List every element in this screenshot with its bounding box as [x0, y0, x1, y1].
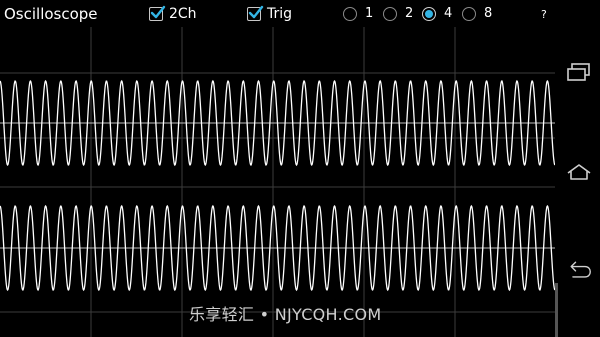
home-button[interactable] [566, 159, 592, 185]
radio-circle[interactable] [383, 7, 397, 21]
scope-traces [0, 79, 555, 292]
recent-apps-icon [567, 63, 590, 81]
check-mark-icon [248, 5, 264, 19]
scope-display[interactable] [0, 27, 555, 337]
trigger-label: Trig [267, 6, 293, 22]
timebase-radio-8-label: 8 [484, 6, 493, 21]
timebase-radio-2[interactable]: 2 [383, 6, 413, 22]
radio-circle[interactable] [343, 7, 357, 21]
two-channel-checkbox[interactable]: 2Ch [149, 4, 197, 24]
timebase-radio-1[interactable]: 1 [343, 6, 373, 22]
check-mark-icon [150, 5, 166, 19]
home-icon [567, 164, 591, 180]
timebase-radio-8[interactable]: 8 [462, 6, 492, 22]
trigger-checkbox[interactable]: Trig [247, 4, 292, 24]
timebase-radio-4-label: 4 [444, 6, 453, 21]
radio-circle-selected[interactable] [422, 7, 436, 21]
checkbox-box[interactable] [247, 5, 264, 21]
two-channel-label: 2Ch [169, 6, 197, 22]
checkbox-box[interactable] [149, 5, 166, 21]
timebase-radio-1-label: 1 [365, 6, 374, 21]
radio-circle[interactable] [462, 7, 476, 21]
watermark-text: 乐享轻汇 • NJYCQH.COM [189, 305, 382, 324]
top-toolbar: Oscilloscope 2Ch Trig 1 2 4 8 ? [0, 0, 558, 28]
recent-apps-button[interactable] [566, 59, 592, 85]
app-title: Oscilloscope [4, 5, 98, 23]
timebase-radio-2-label: 2 [405, 6, 414, 21]
scope-canvas[interactable] [0, 27, 555, 337]
back-icon [570, 261, 591, 278]
system-nav-bar [558, 0, 600, 337]
oscilloscope-app: Oscilloscope 2Ch Trig 1 2 4 8 ? 乐享轻汇 • N… [0, 0, 600, 337]
timebase-radio-4[interactable]: 4 [422, 6, 452, 22]
help-button[interactable]: ? [541, 8, 547, 22]
back-button[interactable] [566, 257, 592, 283]
